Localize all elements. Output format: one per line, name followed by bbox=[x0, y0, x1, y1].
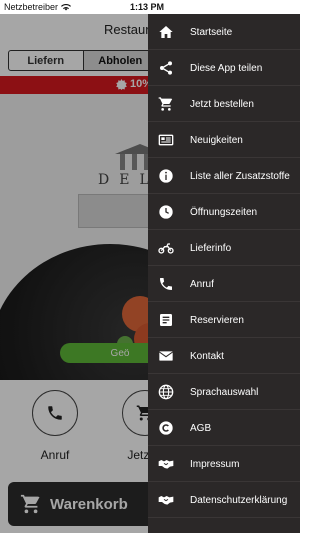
handshake-icon bbox=[158, 456, 174, 472]
drawer-item-label: Neuigkeiten bbox=[190, 134, 243, 146]
copyright-icon bbox=[158, 420, 174, 436]
drawer-item-reserve[interactable]: Reservieren bbox=[148, 302, 300, 338]
clock-icon bbox=[158, 204, 174, 220]
drawer-item-contact[interactable]: Kontakt bbox=[148, 338, 300, 374]
drawer-item-terms[interactable]: AGB bbox=[148, 410, 300, 446]
drawer-item-opening-hours[interactable]: Öffnungszeiten bbox=[148, 194, 300, 230]
drawer-item-call[interactable]: Anruf bbox=[148, 266, 300, 302]
share-icon bbox=[158, 60, 174, 76]
drawer-item-label: Datenschutzerklärung bbox=[190, 494, 288, 506]
drawer-item-label: AGB bbox=[190, 422, 212, 434]
drawer-item-home[interactable]: Startseite bbox=[148, 14, 300, 50]
status-bar: Netzbetreiber 1:13 PM bbox=[0, 0, 300, 14]
drawer-item-imprint[interactable]: Impressum bbox=[148, 446, 300, 482]
drawer-item-news[interactable]: Neuigkeiten bbox=[148, 122, 300, 158]
drawer-item-label: Kontakt bbox=[190, 350, 224, 362]
handshake-icon bbox=[158, 492, 174, 508]
drawer-item-order-now[interactable]: Jetzt bestellen bbox=[148, 86, 300, 122]
status-carrier: Netzbetreiber bbox=[4, 2, 72, 12]
drawer-item-label: Anruf bbox=[190, 278, 214, 290]
drawer-item-delivery-info[interactable]: Lieferinfo bbox=[148, 230, 300, 266]
drawer-item-label: Liste aller Zusatzstoffe bbox=[190, 170, 290, 182]
globe-icon bbox=[158, 384, 174, 400]
status-time: 1:13 PM bbox=[130, 2, 165, 12]
drawer-item-label: Öffnungszeiten bbox=[190, 206, 258, 218]
list-icon bbox=[158, 312, 174, 328]
drawer-item-label: Diese App teilen bbox=[190, 62, 263, 74]
drawer-item-label: Jetzt bestellen bbox=[190, 98, 254, 110]
phone-icon bbox=[158, 276, 174, 292]
drawer-item-label: Impressum bbox=[190, 458, 240, 470]
info-icon bbox=[158, 168, 174, 184]
drawer-item-label: Lieferinfo bbox=[190, 242, 232, 254]
newspaper-icon bbox=[158, 132, 174, 148]
drawer-item-share[interactable]: Diese App teilen bbox=[148, 50, 300, 86]
motorcycle-icon bbox=[158, 240, 174, 256]
drawer-item-label: Sprachauswahl bbox=[190, 386, 259, 398]
drawer-item-language[interactable]: Sprachauswahl bbox=[148, 374, 300, 410]
drawer-item-additives[interactable]: Liste aller Zusatzstoffe bbox=[148, 158, 300, 194]
drawer-item-label: Startseite bbox=[190, 26, 233, 38]
drawer-item-privacy[interactable]: Datenschutzerklärung bbox=[148, 482, 300, 518]
wifi-icon bbox=[61, 3, 72, 11]
cart-icon bbox=[158, 96, 174, 112]
drawer-item-label: Reservieren bbox=[190, 314, 244, 326]
envelope-icon bbox=[158, 348, 174, 364]
home-icon bbox=[158, 24, 174, 40]
drawer-backdrop[interactable] bbox=[0, 14, 148, 533]
navigation-drawer: Startseite Diese App teilen Jetzt bestel… bbox=[148, 14, 300, 533]
carrier-label: Netzbetreiber bbox=[4, 2, 59, 12]
